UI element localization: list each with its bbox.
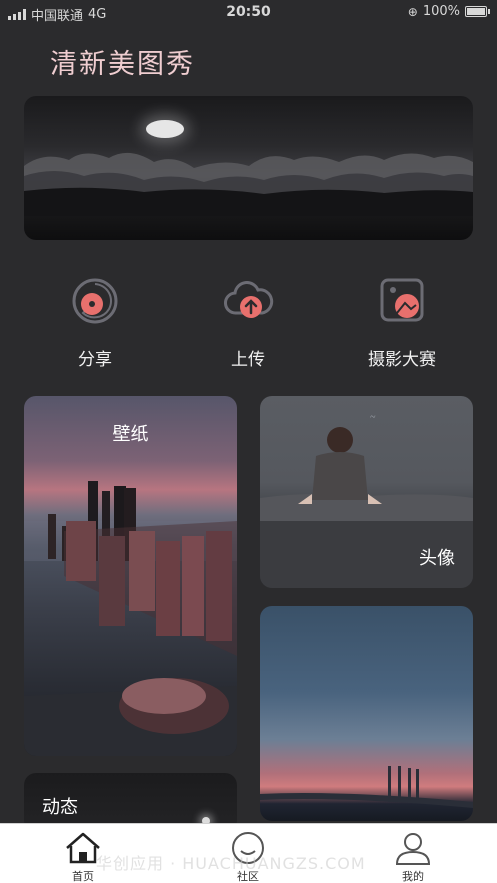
sky-bridge-card[interactable]	[260, 606, 473, 821]
tab-profile-label: 我的	[402, 870, 424, 883]
status-right: ⊕ 100%	[407, 4, 490, 19]
share-disc-icon	[69, 275, 121, 327]
photo-contest-action[interactable]: 摄影大赛	[332, 275, 472, 370]
app-title: 清新美图秀	[50, 49, 195, 80]
battery-icon	[465, 6, 490, 17]
photo-contest-icon	[376, 275, 428, 327]
clouds-image	[24, 152, 473, 216]
news-label: 动态	[42, 797, 78, 818]
avatar-label: 头像	[419, 548, 455, 569]
orientation-lock-icon: ⊕	[407, 4, 418, 19]
bridge-image	[260, 766, 473, 808]
profile-icon	[393, 830, 433, 866]
share-label: 分享	[78, 350, 112, 370]
photo-contest-label: 摄影大赛	[368, 350, 436, 370]
moon-image	[146, 120, 184, 138]
cloud-upload-icon	[222, 275, 274, 327]
pier-image	[24, 481, 237, 756]
tab-profile[interactable]: 我的	[373, 830, 453, 883]
upload-label: 上传	[231, 350, 265, 370]
avatar-card[interactable]: ~ 头像	[260, 396, 473, 588]
wallpaper-label: 壁纸	[112, 424, 149, 445]
status-bar: 中国联通 4G 20:50 ⊕ 100%	[0, 0, 497, 26]
upload-action[interactable]: 上传	[178, 275, 318, 370]
watermark: 华创应用 · HUACHUANGZS.COM	[96, 854, 366, 873]
banner-image[interactable]	[24, 96, 473, 240]
svg-text:~: ~	[370, 412, 376, 423]
share-action[interactable]: 分享	[25, 275, 165, 370]
wallpaper-card[interactable]: 壁纸	[24, 396, 237, 756]
battery-percent: 100%	[422, 4, 460, 19]
